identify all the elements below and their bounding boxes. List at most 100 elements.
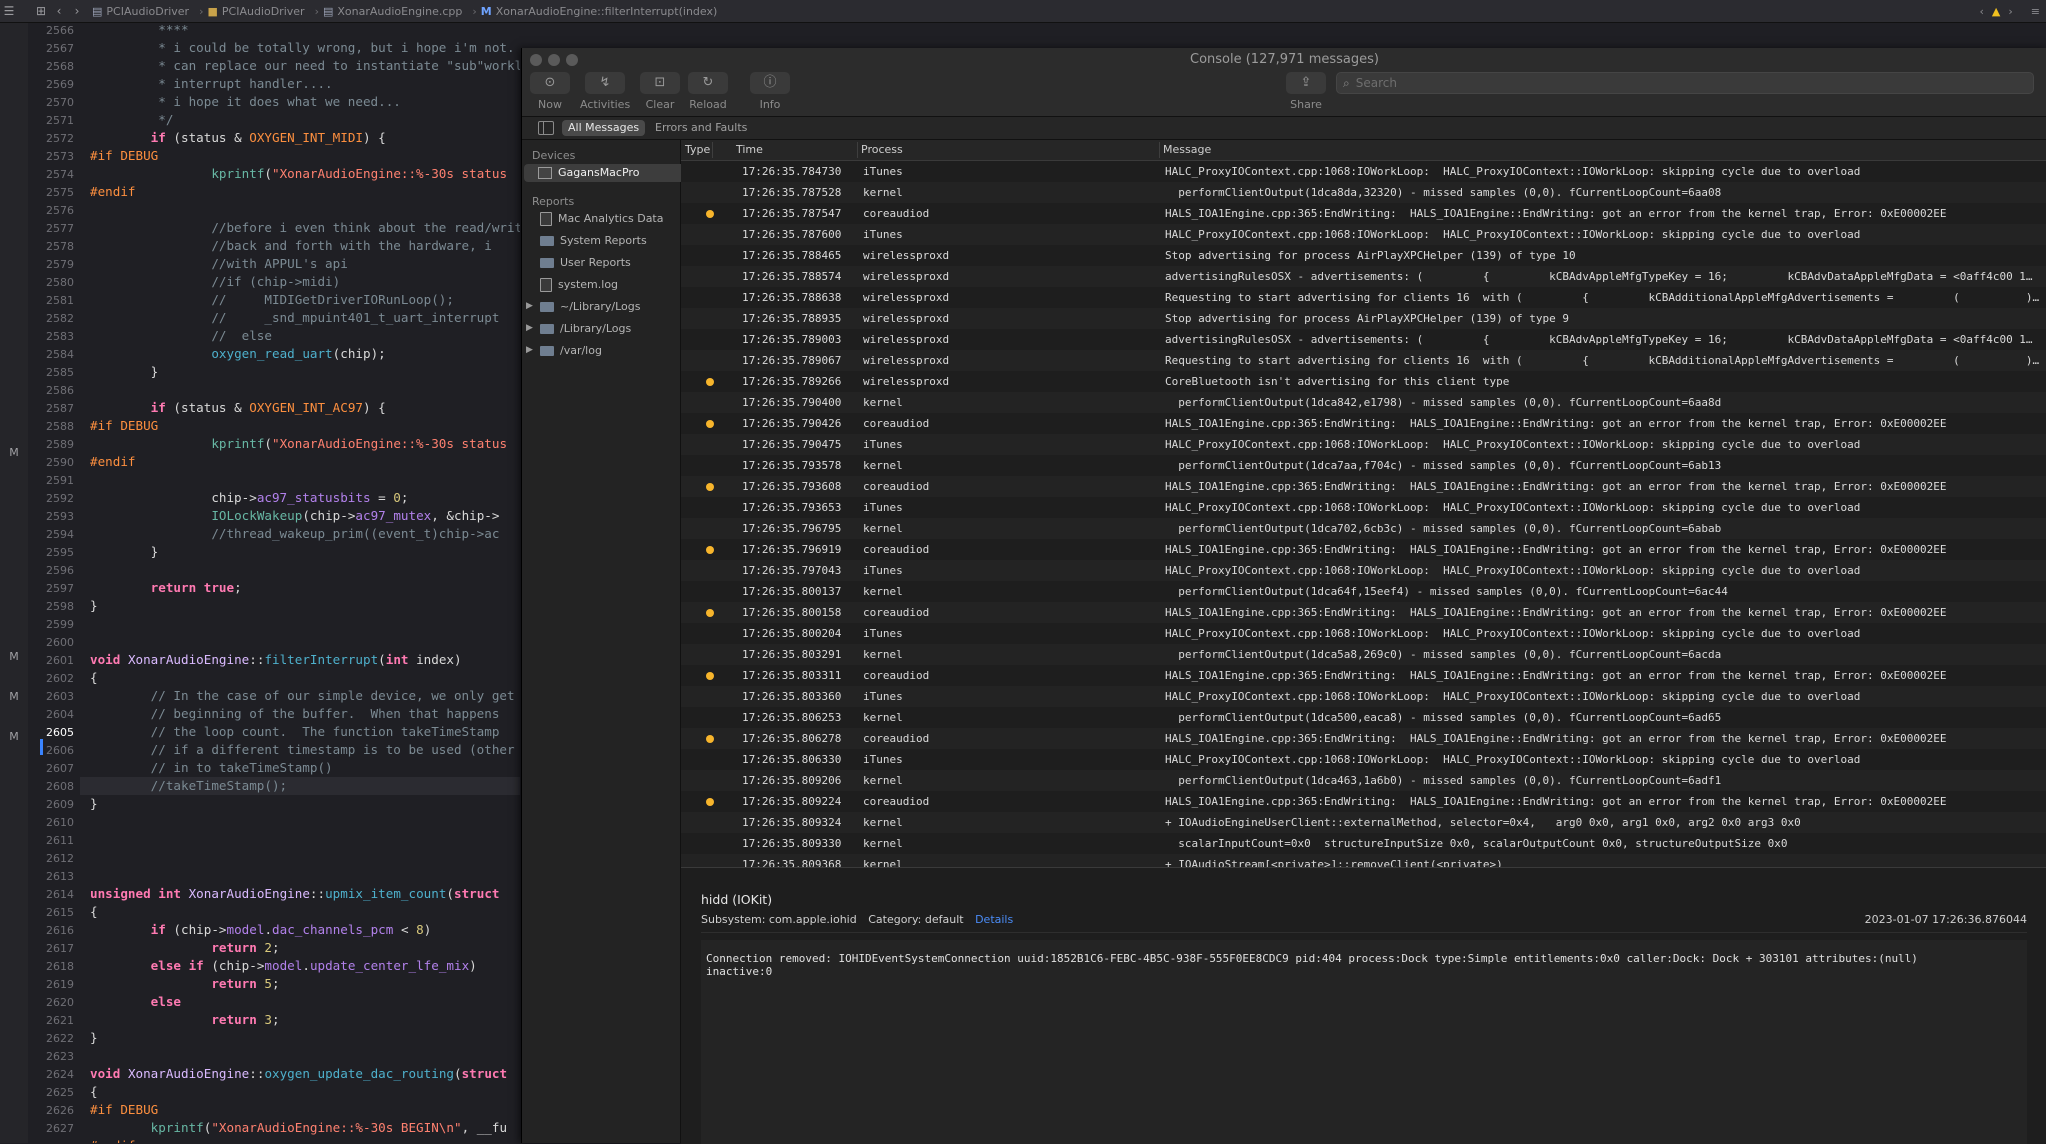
breadcrumb-project[interactable]: ▤ PCIAudioDriver — [92, 5, 189, 18]
log-message: HALC_ProxyIOContext.cpp:1068:IOWorkLoop:… — [1165, 438, 1861, 451]
folder-icon — [540, 302, 554, 312]
line-number: 2581 — [46, 294, 74, 307]
related-items-icon[interactable]: ☰ — [0, 4, 18, 18]
sidebar-item-system-reports[interactable]: System Reports — [540, 232, 647, 250]
column-header-time[interactable]: Time — [736, 143, 763, 156]
sidebar-item-user-reports[interactable]: User Reports — [540, 254, 631, 272]
log-row[interactable]: 17:26:35.788574 wirelessproxd advertisingR… — [681, 266, 2046, 287]
source-control-gutter: M M M M — [0, 23, 29, 1143]
disclosure-chevron-icon[interactable]: ▶ — [526, 345, 533, 355]
log-process: coreaudiod — [863, 669, 930, 682]
log-message: HALS_IOA1Engine.cpp:365:EndWriting: HALS… — [1165, 480, 1947, 493]
log-row[interactable]: 17:26:35.787528 kernel performClientOutpu… — [681, 182, 2046, 203]
modified-marker[interactable]: M — [0, 650, 28, 663]
warning-icon[interactable]: ▲ — [1992, 5, 2000, 18]
modified-marker[interactable]: M — [0, 690, 28, 703]
column-header-type[interactable]: Type — [685, 143, 710, 156]
log-process: iTunes — [863, 165, 903, 178]
sidebar-item-var-log[interactable]: /var/log — [540, 342, 602, 360]
log-row[interactable]: 17:26:35.800137 kernel performClientOutpu… — [681, 581, 2046, 602]
log-row[interactable]: 17:26:35.800158 coreaudiod HALS_IOA1Engine… — [681, 602, 2046, 623]
log-row[interactable]: 17:26:35.803311 coreaudiod HALS_IOA1Engine… — [681, 665, 2046, 686]
breadcrumb-folder[interactable]: ■ PCIAudioDriver — [207, 5, 304, 18]
log-row[interactable]: 17:26:35.789266 wirelessproxd CoreBluetoot… — [681, 371, 2046, 392]
log-row[interactable]: 17:26:35.788638 wirelessproxd Requesting t… — [681, 287, 2046, 308]
line-number: 2625 — [46, 1086, 74, 1099]
activities-button[interactable]: ↯ Activities — [580, 72, 630, 111]
log-row[interactable]: 17:26:35.796919 coreaudiod HALS_IOA1Engine… — [681, 539, 2046, 560]
devices-header: Devices — [532, 149, 576, 162]
grid-icon[interactable]: ⊞ — [32, 4, 50, 18]
line-number: 2569 — [46, 78, 74, 91]
code-editor[interactable]: **** * i could be totally wrong, but i h… — [80, 23, 520, 1143]
next-issue-icon[interactable]: › — [2008, 5, 2012, 18]
log-process: wirelessproxd — [863, 312, 950, 325]
sidebar-item-system-log[interactable]: system.log — [540, 276, 618, 294]
column-header-message[interactable]: Message — [1163, 143, 1211, 156]
log-row[interactable]: 17:26:35.788465 wirelessproxd Stop adverti… — [681, 245, 2046, 266]
log-row[interactable]: 17:26:35.806253 kernel performClientOutpu… — [681, 707, 2046, 728]
log-row[interactable]: 17:26:35.787547 coreaudiod HALS_IOA1Engine… — [681, 203, 2046, 224]
filter-all-messages[interactable]: All Messages — [562, 120, 646, 136]
modified-marker[interactable]: M — [0, 730, 28, 743]
modified-marker[interactable]: M — [0, 446, 28, 459]
prev-issue-icon[interactable]: ‹ — [1980, 5, 1984, 18]
sidebar-item-home-library-logs[interactable]: ~/Library/Logs — [540, 298, 640, 316]
method-icon: M — [480, 4, 492, 18]
share-button[interactable]: ⇪ Share — [1286, 72, 1326, 111]
filter-errors-and-faults[interactable]: Errors and Faults — [649, 120, 753, 136]
log-row[interactable]: 17:26:35.806278 coreaudiod HALS_IOA1Engine… — [681, 728, 2046, 749]
log-row[interactable]: 17:26:35.796795 kernel performClientOutpu… — [681, 518, 2046, 539]
log-row[interactable]: 17:26:35.803291 kernel performClientOutpu… — [681, 644, 2046, 665]
forward-arrow-icon[interactable]: › — [68, 4, 86, 18]
log-row[interactable]: 17:26:35.784730 iTunes HALC_ProxyIOContext… — [681, 161, 2046, 182]
breadcrumb-label: PCIAudioDriver — [106, 4, 190, 18]
log-row[interactable]: 17:26:35.789003 wirelessproxd advertisingR… — [681, 329, 2046, 350]
sidebar-toggle-icon[interactable] — [538, 121, 554, 135]
editor-options-icon[interactable]: ≡ — [2031, 5, 2040, 18]
log-row[interactable]: 17:26:35.793608 coreaudiod HALS_IOA1Engine… — [681, 476, 2046, 497]
reload-button[interactable]: ↻ Reload — [688, 72, 728, 111]
line-number: 2568 — [46, 60, 74, 73]
sidebar-item-library-logs[interactable]: /Library/Logs — [540, 320, 631, 338]
code-line: //thread_wakeup_prim((event_t)chip->ac — [90, 526, 500, 541]
disclosure-chevron-icon[interactable]: ▶ — [526, 323, 533, 333]
log-row[interactable]: 17:26:35.793653 iTunes HALC_ProxyIOContext… — [681, 497, 2046, 518]
disclosure-chevron-icon[interactable]: ▶ — [526, 301, 533, 311]
breadcrumb-file[interactable]: ▤ XonarAudioEngine.cpp — [323, 5, 462, 18]
column-separator[interactable] — [857, 142, 858, 158]
column-separator[interactable] — [712, 142, 713, 158]
log-row[interactable]: 17:26:35.800204 iTunes HALC_ProxyIOContext… — [681, 623, 2046, 644]
log-process: wirelessproxd — [863, 333, 950, 346]
code-line: // the loop count. The function takeTime… — [90, 724, 500, 739]
now-button[interactable]: ⊙ Now — [530, 72, 570, 111]
log-row[interactable]: 17:26:35.809324 kernel + IOAudioEngineUser… — [681, 812, 2046, 833]
log-row[interactable]: 17:26:35.790475 iTunes HALC_ProxyIOContext… — [681, 434, 2046, 455]
log-row[interactable]: 17:26:35.787600 iTunes HALC_ProxyIOContext… — [681, 224, 2046, 245]
clear-button[interactable]: ⊡ Clear — [640, 72, 680, 111]
log-row[interactable]: 17:26:35.789067 wirelessproxd Requesting t… — [681, 350, 2046, 371]
search-input[interactable] — [1353, 75, 2033, 91]
log-row[interactable]: 17:26:35.809206 kernel performClientOutpu… — [681, 770, 2046, 791]
log-row[interactable]: 17:26:35.806330 iTunes HALC_ProxyIOContext… — [681, 749, 2046, 770]
breadcrumb-method[interactable]: M XonarAudioEngine::filterInterrupt(inde… — [481, 5, 718, 18]
sidebar-device-item[interactable]: GagansMacPro — [524, 164, 688, 182]
info-button[interactable]: ⓘ Info — [750, 72, 790, 111]
log-row[interactable]: 17:26:35.809368 kernel + IOAudioStream[<pr… — [681, 854, 2046, 867]
column-separator[interactable] — [1159, 142, 1160, 158]
log-row[interactable]: 17:26:35.793578 kernel performClientOutpu… — [681, 455, 2046, 476]
sidebar-item-mac-analytics[interactable]: Mac Analytics Data — [540, 210, 664, 228]
log-row[interactable]: 17:26:35.797043 iTunes HALC_ProxyIOContext… — [681, 560, 2046, 581]
column-header-process[interactable]: Process — [861, 143, 903, 156]
log-row[interactable]: 17:26:35.803360 iTunes HALC_ProxyIOContext… — [681, 686, 2046, 707]
line-number: 2585 — [46, 366, 74, 379]
log-row[interactable]: 17:26:35.790400 kernel performClientOutpu… — [681, 392, 2046, 413]
window-title: Console (127,971 messages) — [1190, 52, 1379, 67]
log-process: kernel — [863, 774, 903, 787]
log-row[interactable]: 17:26:35.809224 coreaudiod HALS_IOA1Engine… — [681, 791, 2046, 812]
log-row[interactable]: 17:26:35.788935 wirelessproxd Stop adverti… — [681, 308, 2046, 329]
back-arrow-icon[interactable]: ‹ — [50, 4, 68, 18]
log-row[interactable]: 17:26:35.790426 coreaudiod HALS_IOA1Engine… — [681, 413, 2046, 434]
log-row[interactable]: 17:26:35.809330 kernel scalarInputCount=0… — [681, 833, 2046, 854]
details-link[interactable]: Details — [975, 913, 1013, 926]
